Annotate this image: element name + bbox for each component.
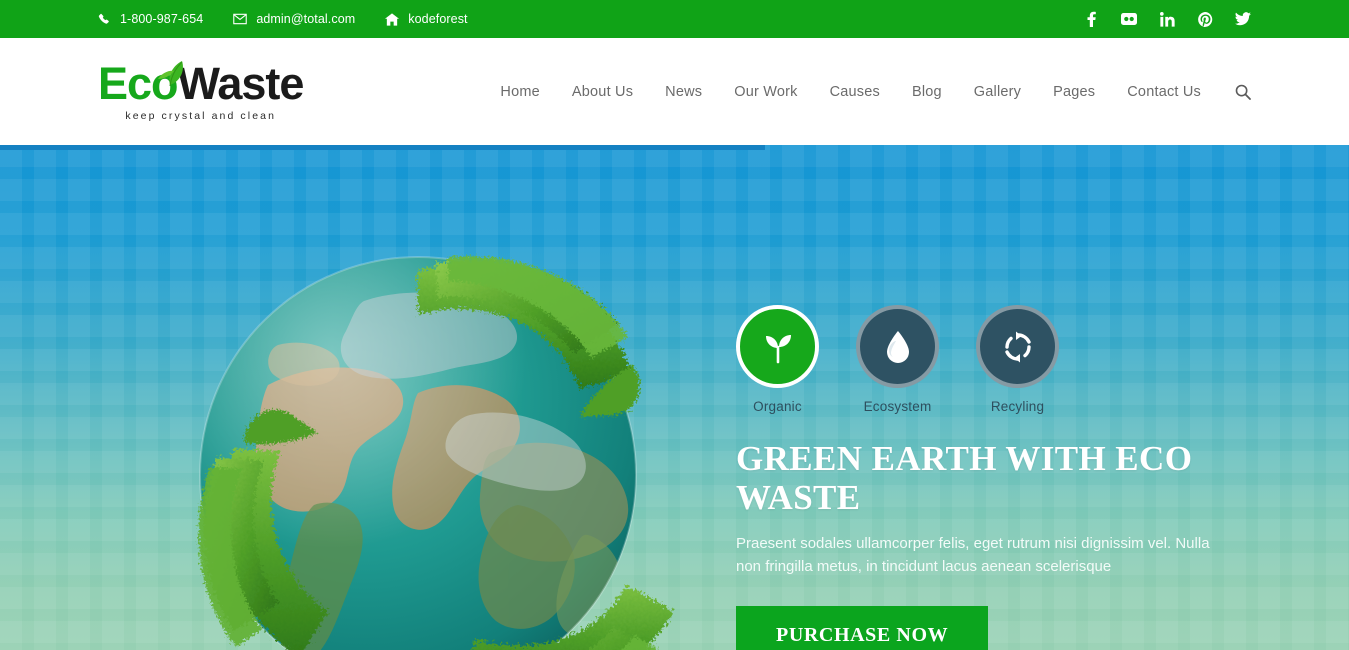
feature-ecosystem[interactable]: Ecosystem bbox=[856, 305, 939, 414]
site-logo[interactable]: EcoWaste keep crystal and clean bbox=[98, 58, 305, 123]
home-icon bbox=[385, 12, 400, 26]
phone-contact[interactable]: 1-800-987-654 bbox=[98, 12, 203, 26]
feature-organic-label: Organic bbox=[753, 399, 802, 414]
flickr-icon[interactable] bbox=[1121, 11, 1137, 27]
nav-item-news[interactable]: News bbox=[649, 84, 718, 100]
pinterest-icon[interactable] bbox=[1197, 11, 1213, 27]
main-navigation: Home About Us News Our Work Causes Blog … bbox=[484, 84, 1251, 100]
twitter-icon[interactable] bbox=[1235, 11, 1251, 27]
feature-organic[interactable]: Organic bbox=[736, 305, 819, 414]
nav-item-gallery[interactable]: Gallery bbox=[958, 84, 1037, 100]
facebook-icon[interactable] bbox=[1083, 11, 1099, 27]
nav-item-causes[interactable]: Causes bbox=[814, 84, 896, 100]
nav-item-about-us[interactable]: About Us bbox=[556, 84, 649, 100]
phone-number: 1-800-987-654 bbox=[120, 12, 204, 26]
social-links bbox=[1083, 11, 1251, 27]
feature-ecosystem-label: Ecosystem bbox=[863, 399, 932, 414]
linkedin-icon[interactable] bbox=[1159, 11, 1175, 27]
nav-item-home[interactable]: Home bbox=[484, 84, 555, 100]
sprout-icon bbox=[761, 330, 795, 364]
site-contact[interactable]: kodeforest bbox=[385, 12, 468, 26]
site-name: kodeforest bbox=[408, 12, 468, 26]
top-bar-contacts: 1-800-987-654 admin@total.com kodeforest bbox=[98, 12, 468, 26]
globe-image bbox=[118, 205, 738, 650]
hero-feature-list: Organic Ecosystem Recyling bbox=[736, 305, 1276, 414]
nav-item-our-work[interactable]: Our Work bbox=[718, 84, 813, 100]
recycle-icon bbox=[1001, 330, 1035, 364]
logo-text-waste: Waste bbox=[177, 58, 305, 110]
logo-tagline: keep crystal and clean bbox=[125, 110, 277, 123]
email-contact[interactable]: admin@total.com bbox=[233, 12, 355, 26]
hero-content: Organic Ecosystem Recyling GREEN EARTH W… bbox=[736, 305, 1276, 650]
hero-slider: Organic Ecosystem Recyling GREEN EARTH W… bbox=[0, 145, 1349, 650]
envelope-icon bbox=[233, 12, 248, 26]
purchase-now-button[interactable]: PURCHASE NOW bbox=[736, 605, 989, 650]
hero-headline: GREEN EARTH WITH ECO WASTE bbox=[736, 439, 1193, 517]
search-icon[interactable] bbox=[1235, 84, 1251, 100]
hero-description: Praesent sodales ullamcorper felis, eget… bbox=[736, 535, 1210, 576]
feature-recyling-circle[interactable] bbox=[976, 305, 1059, 388]
water-drop-icon bbox=[885, 330, 911, 364]
email-address: admin@total.com bbox=[256, 12, 356, 26]
site-header: EcoWaste keep crystal and clean Home Abo… bbox=[0, 38, 1349, 145]
top-bar: 1-800-987-654 admin@total.com kodeforest bbox=[0, 0, 1349, 38]
leaf-icon bbox=[154, 49, 188, 94]
nav-item-blog[interactable]: Blog bbox=[896, 84, 958, 100]
slider-progress-bar bbox=[0, 145, 765, 150]
logo-wordmark: EcoWaste bbox=[98, 58, 305, 110]
feature-ecosystem-circle[interactable] bbox=[856, 305, 939, 388]
feature-recyling-label: Recyling bbox=[990, 399, 1045, 414]
feature-recyling[interactable]: Recyling bbox=[976, 305, 1059, 414]
nav-item-pages[interactable]: Pages bbox=[1037, 84, 1111, 100]
feature-organic-circle[interactable] bbox=[736, 305, 819, 388]
nav-item-contact-us[interactable]: Contact Us bbox=[1111, 84, 1217, 100]
phone-icon bbox=[98, 13, 111, 26]
